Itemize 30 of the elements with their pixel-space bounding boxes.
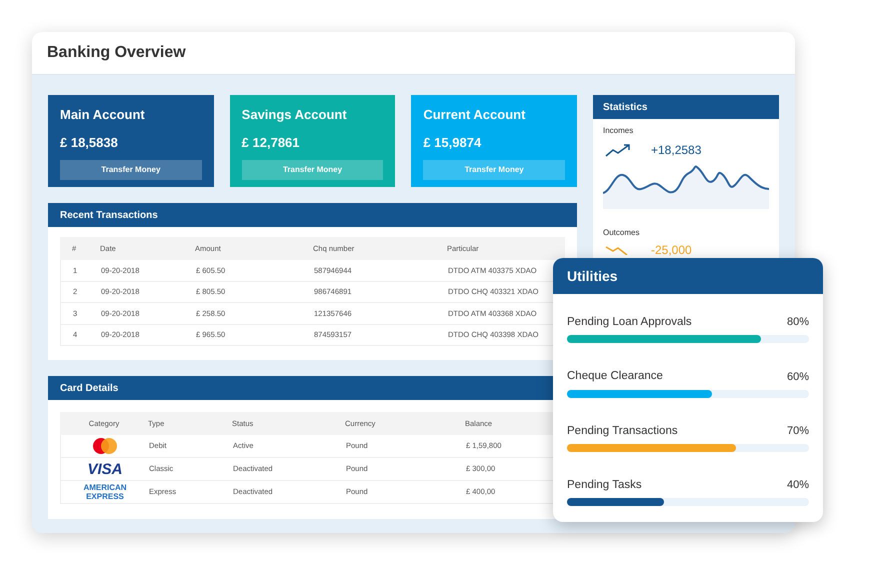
panel-title: Statistics: [603, 100, 648, 114]
utility-label: Pending Transactions: [567, 424, 678, 438]
window-title: Banking Overview: [47, 43, 186, 63]
utility-percent: 80%: [786, 315, 809, 330]
utility-percent: 60%: [786, 370, 809, 385]
account-balance: £ 18,5838: [60, 134, 119, 152]
outcomes-value: -25,000: [651, 242, 692, 259]
utility-label: Pending Tasks: [567, 478, 642, 493]
transfer-money-button[interactable]: Transfer Money: [242, 160, 384, 180]
outcomes-label: Outcomes: [603, 227, 640, 239]
account-balance: £ 15,9874: [423, 134, 482, 152]
card-logo: AMERICAN EXPRESS: [82, 483, 128, 501]
utility-label: Pending Loan Approvals: [567, 315, 692, 330]
account-balance: £ 12,7861: [242, 134, 301, 152]
card-logo-icon: [91, 438, 119, 454]
trend-up-icon: [605, 143, 631, 157]
utility-percent: 40%: [786, 478, 809, 494]
utility-label: Cheque Clearance: [567, 369, 663, 384]
panel-title: Recent Transactions: [60, 208, 158, 222]
card-logo: VISA: [87, 462, 122, 476]
account-name: Main Account: [60, 106, 146, 124]
account-name: Current Account: [423, 106, 526, 124]
transfer-money-button[interactable]: Transfer Money: [423, 160, 566, 180]
transfer-money-button[interactable]: Transfer Money: [60, 160, 202, 180]
incomes-value: +18,2583: [651, 142, 702, 159]
account-name: Savings Account: [242, 106, 348, 124]
incomes-label: Incomes: [603, 125, 634, 137]
panel-title: Card Details: [60, 382, 118, 396]
panel-title: Utilities: [567, 266, 618, 286]
utility-percent: 70%: [786, 424, 809, 439]
